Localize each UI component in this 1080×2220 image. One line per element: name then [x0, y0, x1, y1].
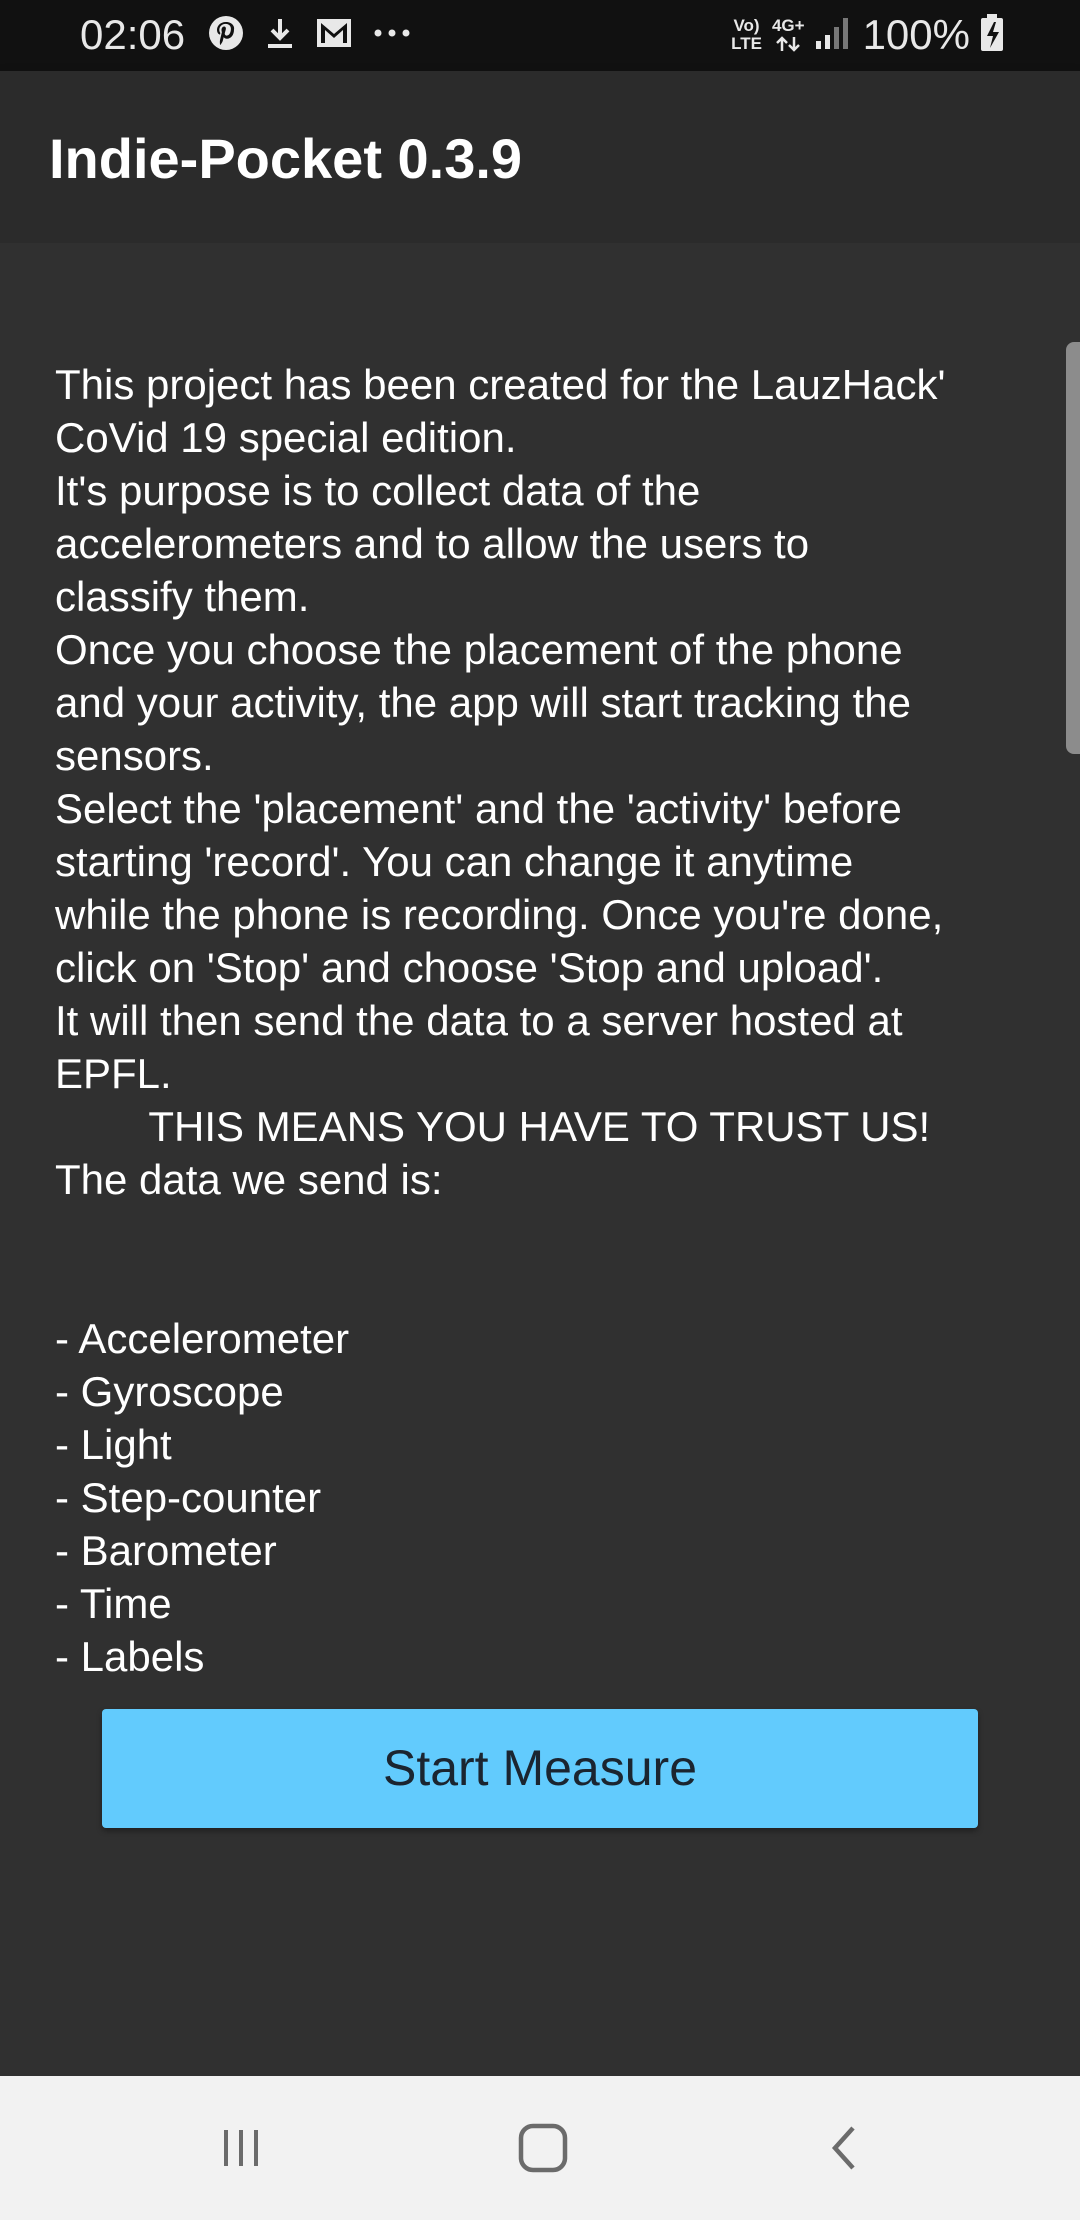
network-type-indicator: 4G+: [772, 17, 805, 53]
project-description: This project has been created for the La…: [55, 361, 946, 1680]
status-bar: 02:06 Vo) LTE 4G+ 100%: [0, 0, 1080, 71]
download-icon: [264, 15, 296, 56]
back-icon[interactable]: [805, 2108, 885, 2188]
pinterest-icon: [208, 15, 244, 56]
battery-charging-icon: [980, 13, 1004, 57]
battery-percent: 100%: [862, 11, 970, 58]
system-icons: Vo) LTE 4G+ 100%: [731, 10, 1004, 60]
network-type-label: 4G+: [771, 16, 805, 35]
data-arrows-icon: [776, 36, 801, 52]
volte-indicator: Vo) LTE: [731, 16, 762, 53]
scrollbar[interactable]: [1066, 342, 1080, 754]
notification-icons: [208, 14, 412, 56]
signal-icon: [815, 15, 853, 56]
app-title: Indie-Pocket 0.3.9: [49, 127, 523, 190]
navigation-bar: [0, 2076, 1080, 2220]
more-dots-icon: [372, 26, 412, 44]
gmail-icon: [316, 18, 352, 53]
recent-apps-icon[interactable]: [201, 2108, 281, 2188]
status-time: 02:06: [80, 11, 186, 58]
home-icon[interactable]: [503, 2108, 583, 2188]
app-bar: Indie-Pocket 0.3.9: [0, 71, 1080, 243]
start-measure-button[interactable]: Start Measure: [102, 1709, 978, 1828]
